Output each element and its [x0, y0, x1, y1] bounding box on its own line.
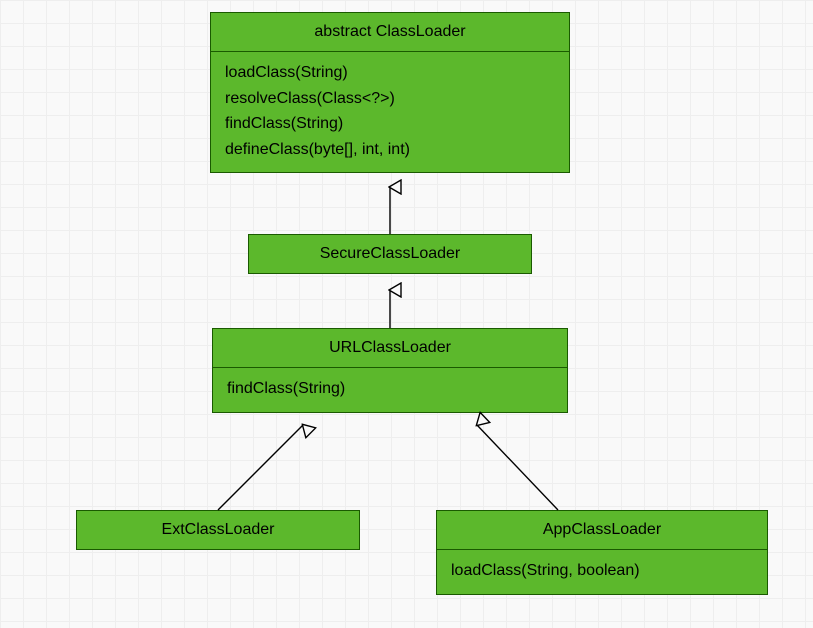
class-urlclassloader: URLClassLoader findClass(String)	[212, 328, 568, 413]
method: findClass(String)	[225, 111, 555, 137]
class-classloader: abstract ClassLoader loadClass(String) r…	[210, 12, 570, 173]
class-title: ExtClassLoader	[77, 511, 359, 549]
class-methods: findClass(String)	[213, 368, 567, 412]
class-title: URLClassLoader	[213, 329, 567, 368]
method: defineClass(byte[], int, int)	[225, 137, 555, 163]
method: loadClass(String, boolean)	[451, 558, 753, 584]
method: findClass(String)	[227, 376, 553, 402]
class-methods: loadClass(String, boolean)	[437, 550, 767, 594]
method: resolveClass(Class<?>)	[225, 86, 555, 112]
class-title: abstract ClassLoader	[211, 13, 569, 52]
method: loadClass(String)	[225, 60, 555, 86]
class-title: SecureClassLoader	[249, 235, 531, 273]
edge-ext-to-url	[218, 425, 303, 510]
class-extclassloader: ExtClassLoader	[76, 510, 360, 550]
class-secureclassloader: SecureClassLoader	[248, 234, 532, 274]
class-methods: loadClass(String) resolveClass(Class<?>)…	[211, 52, 569, 172]
class-appclassloader: AppClassLoader loadClass(String, boolean…	[436, 510, 768, 595]
edge-app-to-url	[477, 425, 558, 510]
class-title: AppClassLoader	[437, 511, 767, 550]
